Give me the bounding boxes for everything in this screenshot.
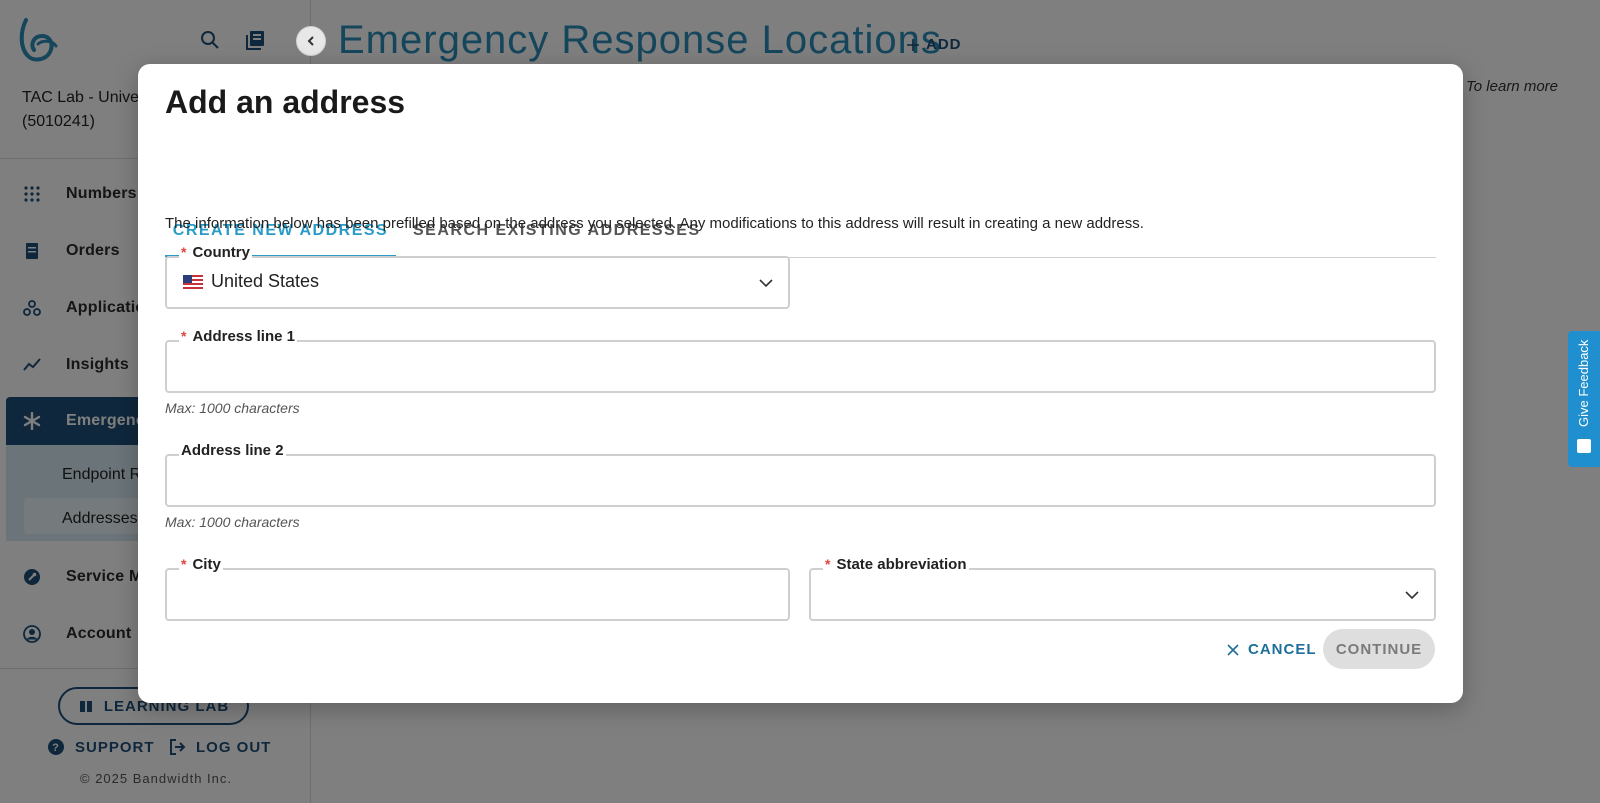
address-line-2-input[interactable]: Address line 2 [165, 442, 1436, 507]
address-line-1-helper: Max: 1000 characters [165, 400, 300, 416]
state-abbreviation-select[interactable]: * State abbreviation [809, 556, 1436, 621]
city-label: * City [179, 556, 223, 573]
tab-search-existing-addresses[interactable]: SEARCH EXISTING ADDRESSES [413, 148, 701, 258]
chevron-down-icon [1405, 591, 1419, 600]
address-line-2-helper: Max: 1000 characters [165, 514, 300, 530]
address-tabs: CREATE NEW ADDRESS SEARCH EXISTING ADDRE… [165, 148, 1436, 258]
feedback-label: Give Feedback [1576, 339, 1591, 427]
chevron-down-icon [759, 279, 773, 288]
cancel-label: CANCEL [1248, 641, 1317, 658]
country-label-text: Country [192, 244, 250, 261]
dialog-title: Add an address [165, 84, 406, 120]
us-flag-icon [183, 274, 203, 289]
give-feedback-tab[interactable]: Give Feedback [1568, 331, 1600, 467]
add-address-dialog: Add an address CREATE NEW ADDRESS SEARCH… [138, 64, 1463, 703]
prefill-info-text: The information below has been prefilled… [165, 215, 1144, 232]
country-label: * Country [179, 244, 252, 261]
required-mark: * [181, 244, 187, 260]
country-value: United States [183, 271, 319, 292]
city-input[interactable]: * City [165, 556, 790, 621]
required-mark: * [181, 556, 187, 572]
state-label: * State abbreviation [823, 556, 969, 573]
address-line-1-label-text: Address line 1 [192, 328, 295, 345]
collapse-sidebar-button[interactable] [296, 26, 326, 56]
chevron-left-icon [307, 36, 314, 46]
feedback-icon [1577, 439, 1591, 453]
address-line-2-label: Address line 2 [179, 442, 286, 459]
address-line-1-label: * Address line 1 [179, 328, 297, 345]
country-value-text: United States [211, 271, 320, 291]
address-line-2-label-text: Address line 2 [181, 442, 284, 459]
city-label-text: City [192, 556, 221, 573]
close-icon [1227, 643, 1239, 656]
required-mark: * [181, 328, 187, 344]
state-label-text: State abbreviation [836, 556, 967, 573]
country-select[interactable]: * Country United States [165, 244, 790, 309]
continue-button[interactable]: CONTINUE [1323, 629, 1435, 669]
tab-create-new-address[interactable]: CREATE NEW ADDRESS [165, 148, 396, 258]
address-line-1-input[interactable]: * Address line 1 [165, 328, 1436, 393]
required-mark: * [825, 556, 831, 572]
cancel-button[interactable]: CANCEL [1226, 641, 1317, 658]
